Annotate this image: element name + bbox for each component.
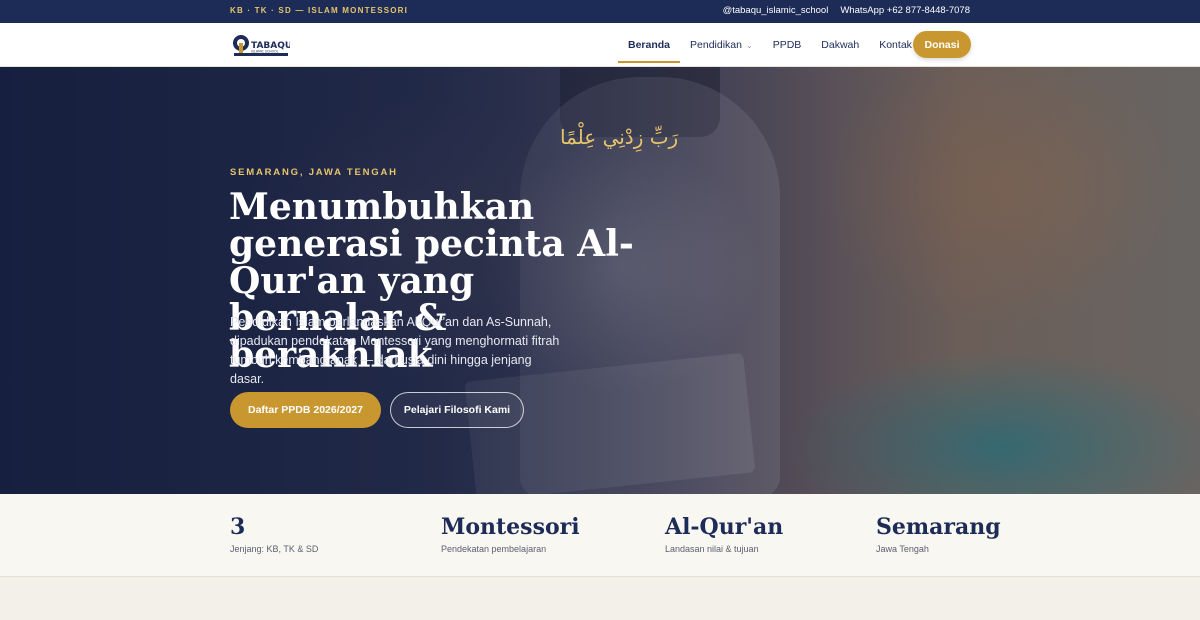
instagram-link[interactable]: @tabaqu_islamic_school: [723, 5, 829, 16]
stat-value: 3: [230, 514, 246, 540]
nav-item-pendidikan[interactable]: Pendidikan ⌄: [680, 27, 763, 63]
stat-label: Pendekatan pembelajaran: [441, 544, 547, 554]
stat-method: Montessori Pendekatan pembelajaran: [441, 514, 580, 554]
register-ppdb-button[interactable]: Daftar PPDB 2026/2027: [230, 392, 381, 428]
school-logo[interactable]: TABAQU ISLAMIC SCHOOL: [232, 31, 292, 59]
nav-label-dakwah: Dakwah: [821, 39, 860, 51]
nav-label-pendidikan: Pendidikan: [690, 39, 742, 51]
stats-strip: 3 Jenjang: KB, TK & SD Montessori Pendek…: [0, 494, 1200, 577]
stat-location: Semarang Jawa Tengah: [876, 514, 1001, 554]
stat-value: Montessori: [441, 514, 580, 540]
nav-item-dakwah[interactable]: Dakwah: [811, 27, 869, 63]
chevron-down-icon: ⌄: [745, 40, 753, 50]
arabic-prayer: رَبِّ زِدْنِي عِلْمًا: [560, 125, 679, 149]
stat-value: Semarang: [876, 514, 1001, 540]
nav-links: Beranda Pendidikan ⌄ PPDB Dakwah Kontak: [618, 23, 922, 67]
tagline: KB · TK · SD — ISLAM MONTESSORI: [230, 6, 409, 15]
top-info-bar: KB · TK · SD — ISLAM MONTESSORI @tabaqu_…: [0, 0, 1200, 23]
nav-item-beranda[interactable]: Beranda: [618, 27, 681, 63]
main-navigation: TABAQU ISLAMIC SCHOOL Beranda Pendidikan…: [0, 23, 1200, 67]
nav-label-beranda: Beranda: [628, 39, 671, 51]
logo-subtext: ISLAMIC SCHOOL: [251, 50, 279, 54]
donate-button[interactable]: Donasi: [913, 31, 971, 58]
stat-levels: 3 Jenjang: KB, TK & SD: [230, 514, 318, 554]
whatsapp-link[interactable]: WhatsApp +62 877-8448-7078: [840, 5, 970, 16]
hero-location: SEMARANG, JAWA TENGAH: [230, 167, 398, 178]
hero-description: Pendidikan Islam berlandaskan Al-Qur'an …: [230, 315, 560, 386]
stat-label: Landasan nilai & tujuan: [665, 544, 759, 554]
contact-links: @tabaqu_islamic_school WhatsApp +62 877-…: [723, 5, 970, 16]
philosophy-button[interactable]: Pelajari Filosofi Kami: [390, 392, 524, 428]
stat-label: Jawa Tengah: [876, 544, 929, 554]
stat-value: Al-Qur'an: [665, 514, 784, 540]
nav-label-ppdb: PPDB: [772, 39, 802, 51]
nav-label-kontak: Kontak: [879, 39, 912, 51]
stat-foundation: Al-Qur'an Landasan nilai & tujuan: [665, 514, 783, 554]
nav-item-ppdb[interactable]: PPDB: [763, 27, 812, 63]
logo-mark-icon: TABAQU ISLAMIC SCHOOL: [233, 35, 292, 56]
stat-label: Jenjang: KB, TK & SD: [230, 544, 319, 554]
hero-section: رَبِّ زِدْنِي عِلْمًا SEMARANG, JAWA TEN…: [0, 67, 1200, 494]
